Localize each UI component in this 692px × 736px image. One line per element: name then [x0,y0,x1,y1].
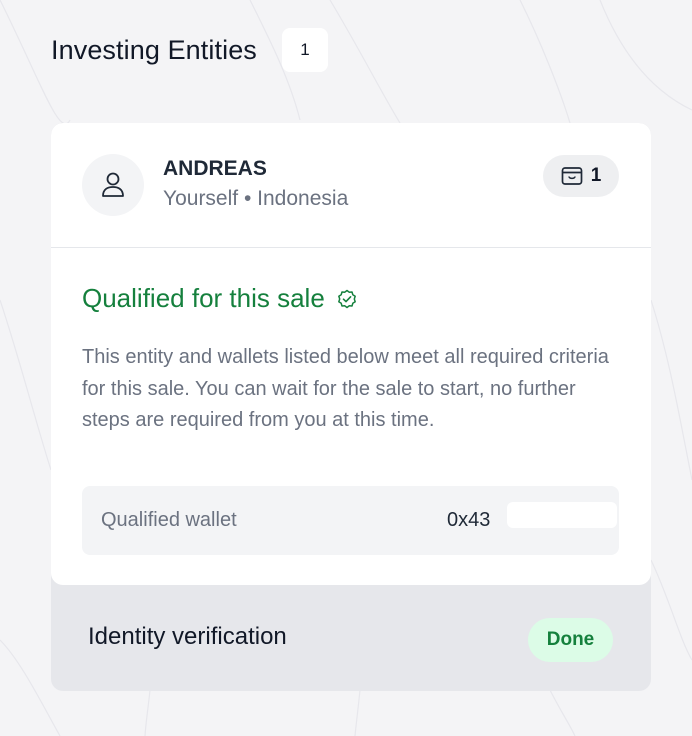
entity-subtitle: Yourself • Indonesia [163,187,348,211]
status-badge: Done [528,618,613,662]
qualified-wallet-label: Qualified wallet [101,509,237,531]
qualified-heading: Qualified for this sale [82,283,357,314]
qualified-wallet-row: Qualified wallet 0x43 [82,486,619,555]
entity-name: ANDREAS [163,157,267,180]
redaction-mask [266,155,376,183]
identity-verification-label: Identity verification [88,623,287,650]
page: Investing Entities 1 ANDREAS Yourself • … [0,0,692,736]
qualified-title-text: Qualified for this sale [82,283,325,313]
qualified-wallet-address: 0x43 [447,509,491,531]
avatar [82,154,144,216]
user-icon [102,172,124,197]
header: Investing Entities 1 [51,28,328,72]
entity-relation: Yourself [163,187,239,210]
entity-row[interactable]: ANDREAS Yourself • Indonesia 1 [51,123,651,248]
page-title: Investing Entities [51,34,257,65]
wallet-icon [561,167,583,185]
entity-card-body: ANDREAS Yourself • Indonesia 1 Qualified… [51,123,651,585]
qualified-description: This entity and wallets listed below mee… [82,346,609,431]
entity-country: Indonesia [257,187,349,210]
separator-dot: • [243,187,252,210]
wallet-count: 1 [590,165,602,186]
entity-card: ANDREAS Yourself • Indonesia 1 Qualified… [51,123,651,691]
redaction-mask [507,502,617,528]
wallet-count-button[interactable]: 1 [543,155,619,197]
check-circle-icon [337,289,356,308]
entity-count-badge: 1 [281,28,328,72]
identity-verification-row[interactable]: Identity verification Done [51,585,651,691]
